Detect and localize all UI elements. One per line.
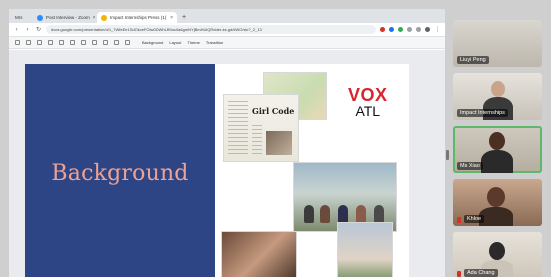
pair-photo[interactable]	[337, 222, 393, 277]
slides-toolbar: Background Layout Theme Transition	[9, 37, 445, 49]
tab-impact-internships[interactable]: Impact Internships Press (1) ×	[97, 12, 177, 23]
redo-icon[interactable]	[37, 40, 42, 45]
zoom-icon[interactable]	[70, 40, 75, 45]
selfie-photo[interactable]	[221, 231, 297, 277]
address-bar-row: ‹ › ↻ docs.google.com/presentation/d/1_7…	[9, 23, 445, 37]
person-figure	[304, 205, 314, 223]
browser-tab-bar: Mrs Post Interview - Zoom × Impact Inter…	[9, 9, 445, 23]
extension-icon[interactable]	[416, 27, 421, 32]
zoom-window: Mrs Post Interview - Zoom × Impact Inter…	[0, 0, 551, 277]
participant-name: Khloe	[464, 215, 485, 223]
newspaper-column	[252, 125, 262, 157]
tab-label: Mrs	[15, 15, 23, 20]
url-input[interactable]: docs.google.com/presentation/d/1_7WfeEe1…	[46, 25, 376, 34]
participant-name: Ms Xiao	[457, 162, 483, 170]
participant-tile-active-speaker[interactable]: Ms Xiao	[453, 126, 542, 173]
menu-icon[interactable]: ⋮	[434, 26, 441, 33]
back-icon[interactable]: ‹	[13, 27, 20, 33]
participant-tile[interactable]: Khloe	[453, 179, 542, 226]
participant-head	[489, 242, 505, 260]
new-tab-button[interactable]: +	[179, 12, 189, 23]
newspaper-photo[interactable]: Girl Code	[223, 94, 299, 162]
extension-icon[interactable]	[380, 27, 385, 32]
newspaper-image	[266, 131, 292, 155]
participant-head	[491, 81, 505, 97]
line-icon[interactable]	[125, 40, 130, 45]
muted-mic-icon	[457, 271, 461, 277]
participant-body	[481, 150, 513, 173]
person-figure	[338, 205, 348, 223]
zoom-favicon-icon	[37, 14, 43, 21]
shared-screen: Mrs Post Interview - Zoom × Impact Inter…	[9, 9, 445, 277]
print-icon[interactable]	[48, 40, 53, 45]
undo-icon[interactable]	[26, 40, 31, 45]
close-tab-icon[interactable]: ×	[93, 15, 95, 21]
extension-icon[interactable]	[389, 27, 394, 32]
newspaper-column	[228, 101, 248, 157]
reload-icon[interactable]: ↻	[35, 26, 42, 33]
logo-text-atl: ATL	[355, 103, 381, 119]
person-figure	[320, 205, 330, 223]
shape-icon[interactable]	[114, 40, 119, 45]
background-button[interactable]: Background	[142, 40, 163, 45]
close-tab-icon[interactable]: ×	[170, 15, 173, 21]
paint-format-icon[interactable]	[59, 40, 64, 45]
extension-icon[interactable]	[407, 27, 412, 32]
slides-favicon-icon	[101, 14, 107, 21]
person-figure	[374, 205, 384, 223]
participant-head	[489, 132, 505, 150]
forward-icon[interactable]: ›	[24, 27, 31, 33]
title-panel: Background	[25, 64, 215, 277]
participant-name: Ada Chang	[464, 269, 498, 277]
newspaper-headline: Girl Code	[252, 106, 295, 116]
add-icon[interactable]	[15, 40, 20, 45]
slide-canvas[interactable]: Background Girl Code VOX ATL	[9, 50, 445, 277]
textbox-icon[interactable]	[92, 40, 97, 45]
participant-body	[479, 207, 513, 226]
tab-label: Post Interview - Zoom	[46, 15, 90, 20]
theme-button[interactable]: Theme	[187, 40, 199, 45]
muted-mic-icon	[457, 217, 461, 223]
slide[interactable]: Background Girl Code VOX ATL	[25, 64, 409, 277]
vox-atl-logo[interactable]: VOX ATL	[348, 86, 388, 119]
profile-avatar[interactable]	[425, 27, 430, 32]
participant-name: Impact Internships	[457, 109, 508, 117]
person-figure	[356, 205, 366, 223]
image-icon[interactable]	[103, 40, 108, 45]
transition-button[interactable]: Transition	[206, 40, 223, 45]
url-text: docs.google.com/presentation/d/1_7WfeEe1…	[51, 27, 262, 32]
slide-title[interactable]: Background	[51, 161, 188, 186]
participant-name: Liuyi Peng	[457, 56, 489, 64]
extension-icon[interactable]	[398, 27, 403, 32]
participant-tile[interactable]: Impact Internships	[453, 73, 542, 120]
tab-mrs[interactable]: Mrs	[11, 12, 31, 23]
tab-zoom[interactable]: Post Interview - Zoom ×	[33, 12, 95, 23]
logo-text-vox: VOX	[348, 85, 388, 105]
participant-tile[interactable]: Liuyi Peng	[453, 20, 542, 67]
select-icon[interactable]	[81, 40, 86, 45]
participant-tile[interactable]: Ada Chang	[453, 232, 542, 277]
participant-head	[487, 187, 505, 207]
layout-button[interactable]: Layout	[169, 40, 181, 45]
tab-label: Impact Internships Press (1)	[110, 15, 167, 20]
panel-resize-handle[interactable]	[446, 150, 449, 160]
